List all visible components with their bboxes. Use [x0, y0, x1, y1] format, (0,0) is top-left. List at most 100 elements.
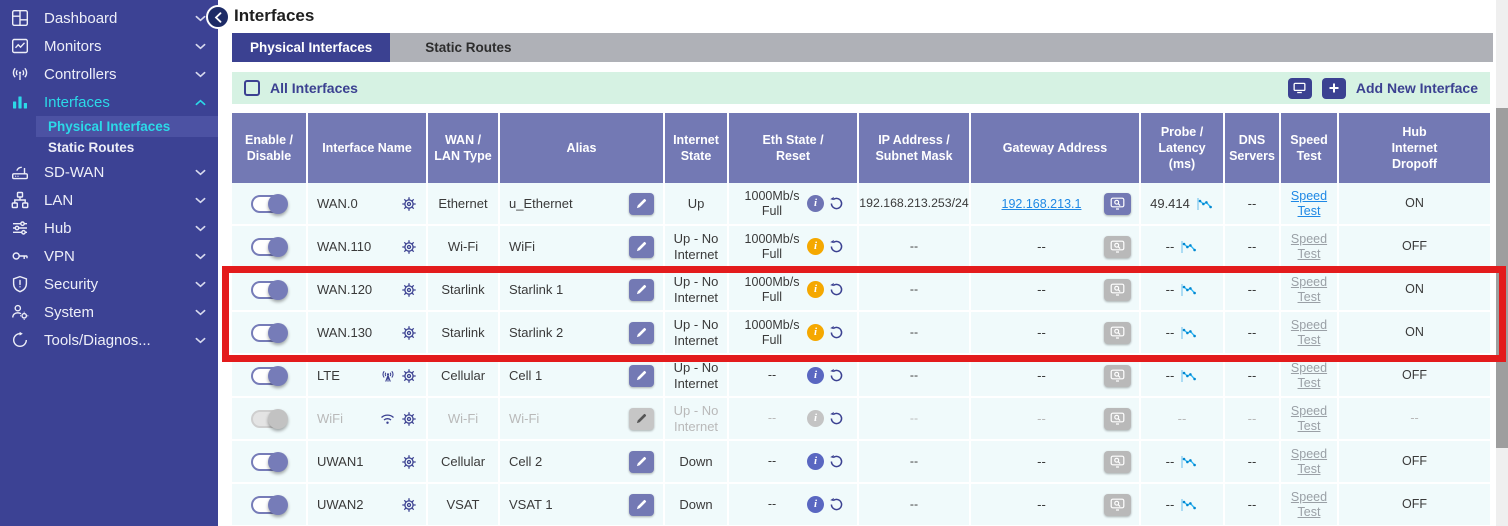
reset-circular-arrow-icon[interactable]: [829, 368, 844, 383]
sidebar-item-interfaces[interactable]: Interfaces: [0, 88, 218, 116]
cell-eth-state: --i: [729, 484, 859, 525]
info-circle-icon[interactable]: i: [807, 195, 824, 212]
gateway-screen-magnifier-icon[interactable]: [1104, 193, 1131, 215]
latency-line-chart-icon[interactable]: [1180, 369, 1198, 383]
sidebar: Dashboard Monitors Controllers Interface…: [0, 0, 218, 526]
edit-alias-pencil-icon[interactable]: [629, 322, 654, 344]
info-circle-icon[interactable]: i: [807, 238, 824, 255]
vertical-scrollbar[interactable]: [1496, 0, 1508, 526]
table-header-row: Enable / DisableInterface NameWAN / LAN …: [232, 113, 1490, 183]
interface-settings-gear-icon[interactable]: [401, 239, 417, 255]
latency-line-chart-icon[interactable]: [1180, 283, 1198, 297]
info-circle-icon[interactable]: i: [807, 410, 824, 427]
enable-toggle[interactable]: [251, 410, 287, 428]
cell-probe-latency: --: [1141, 355, 1225, 396]
tab-physical-interfaces[interactable]: Physical Interfaces: [232, 33, 390, 62]
info-circle-icon[interactable]: i: [807, 496, 824, 513]
cell-probe-latency: --: [1141, 484, 1225, 525]
latency-line-chart-icon[interactable]: [1180, 326, 1198, 340]
router-icon: [9, 163, 31, 181]
interface-settings-gear-icon[interactable]: [401, 497, 417, 513]
speed-test-link[interactable]: Speed Test: [1287, 404, 1331, 434]
enable-toggle[interactable]: [251, 238, 287, 256]
interface-settings-gear-icon[interactable]: [401, 325, 417, 341]
sidebar-item-monitors[interactable]: Monitors: [0, 32, 218, 60]
speed-test-link[interactable]: Speed Test: [1287, 447, 1331, 477]
enable-toggle[interactable]: [251, 453, 287, 471]
edit-alias-pencil-icon[interactable]: [629, 236, 654, 258]
scrollbar-thumb[interactable]: [1496, 108, 1508, 448]
speed-test-link[interactable]: Speed Test: [1287, 232, 1331, 262]
enable-toggle[interactable]: [251, 496, 287, 514]
info-circle-icon[interactable]: i: [807, 281, 824, 298]
enable-toggle[interactable]: [251, 281, 287, 299]
edit-alias-pencil-icon[interactable]: [629, 451, 654, 473]
reset-circular-arrow-icon[interactable]: [829, 411, 844, 426]
interface-settings-gear-icon[interactable]: [401, 282, 417, 298]
cell-speed-test: Speed Test: [1281, 355, 1339, 396]
info-circle-icon[interactable]: i: [807, 324, 824, 341]
sidebar-item-tools-diagnostics[interactable]: Tools/Diagnos...: [0, 326, 218, 354]
cell-wan-lan-type: Cellular: [428, 441, 500, 482]
gateway-link[interactable]: 192.168.213.1: [1002, 197, 1082, 211]
cell-gateway: --: [971, 269, 1141, 310]
latency-line-chart-icon[interactable]: [1180, 240, 1198, 254]
sidebar-item-hub[interactable]: Hub: [0, 214, 218, 242]
reset-circular-arrow-icon[interactable]: [829, 196, 844, 211]
sidebar-item-controllers[interactable]: Controllers: [0, 60, 218, 88]
interface-settings-gear-icon[interactable]: [401, 368, 417, 384]
speed-test-link[interactable]: Speed Test: [1287, 318, 1331, 348]
latency-line-chart-icon[interactable]: [1180, 498, 1198, 512]
sidebar-item-static-routes[interactable]: Static Routes: [36, 137, 218, 158]
gateway-screen-magnifier-icon[interactable]: [1104, 236, 1131, 258]
info-circle-icon[interactable]: i: [807, 367, 824, 384]
edit-alias-pencil-icon[interactable]: [629, 279, 654, 301]
gateway-screen-magnifier-icon[interactable]: [1104, 451, 1131, 473]
gateway-screen-magnifier-icon[interactable]: [1104, 279, 1131, 301]
interface-settings-gear-icon[interactable]: [401, 196, 417, 212]
sidebar-item-vpn[interactable]: VPN: [0, 242, 218, 270]
table-row: WAN.120StarlinkStarlink 1Up - No Interne…: [232, 269, 1490, 312]
reset-circular-arrow-icon[interactable]: [829, 325, 844, 340]
edit-alias-pencil-icon[interactable]: [629, 365, 654, 387]
interface-settings-gear-icon[interactable]: [401, 454, 417, 470]
gateway-screen-magnifier-icon[interactable]: [1104, 408, 1131, 430]
cell-dns-servers: --: [1225, 226, 1281, 267]
speed-test-link[interactable]: Speed Test: [1287, 189, 1331, 219]
cell-hub-internet-dropoff: OFF: [1339, 441, 1490, 482]
sidebar-collapse-button[interactable]: [206, 5, 230, 29]
tab-static-routes[interactable]: Static Routes: [390, 33, 546, 62]
speed-test-link[interactable]: Speed Test: [1287, 361, 1331, 391]
interface-settings-gear-icon[interactable]: [401, 411, 417, 427]
info-circle-icon[interactable]: i: [807, 453, 824, 470]
latency-line-chart-icon[interactable]: [1180, 455, 1198, 469]
sidebar-item-dashboard[interactable]: Dashboard: [0, 4, 218, 32]
reset-circular-arrow-icon[interactable]: [829, 497, 844, 512]
add-interface-button[interactable]: [1322, 78, 1346, 99]
edit-alias-pencil-icon[interactable]: [629, 408, 654, 430]
all-interfaces-checkbox[interactable]: [244, 80, 260, 96]
sidebar-item-security[interactable]: Security: [0, 270, 218, 298]
enable-toggle[interactable]: [251, 367, 287, 385]
reset-circular-arrow-icon[interactable]: [829, 239, 844, 254]
reset-circular-arrow-icon[interactable]: [829, 454, 844, 469]
enable-toggle[interactable]: [251, 324, 287, 342]
cell-enable: [232, 226, 308, 267]
sidebar-item-lan[interactable]: LAN: [0, 186, 218, 214]
enable-toggle[interactable]: [251, 195, 287, 213]
speed-test-link[interactable]: Speed Test: [1287, 490, 1331, 520]
sidebar-item-sd-wan[interactable]: SD-WAN: [0, 158, 218, 186]
sidebar-item-physical-interfaces[interactable]: Physical Interfaces: [36, 116, 218, 137]
chevron-down-icon: [195, 169, 206, 176]
speed-test-link[interactable]: Speed Test: [1287, 275, 1331, 305]
monitor-view-button[interactable]: [1288, 78, 1312, 99]
edit-alias-pencil-icon[interactable]: [629, 494, 654, 516]
reset-circular-arrow-icon[interactable]: [829, 282, 844, 297]
latency-line-chart-icon[interactable]: [1196, 197, 1214, 211]
cell-speed-test: Speed Test: [1281, 183, 1339, 224]
edit-alias-pencil-icon[interactable]: [629, 193, 654, 215]
gateway-screen-magnifier-icon[interactable]: [1104, 494, 1131, 516]
sidebar-item-system[interactable]: System: [0, 298, 218, 326]
gateway-screen-magnifier-icon[interactable]: [1104, 322, 1131, 344]
gateway-screen-magnifier-icon[interactable]: [1104, 365, 1131, 387]
